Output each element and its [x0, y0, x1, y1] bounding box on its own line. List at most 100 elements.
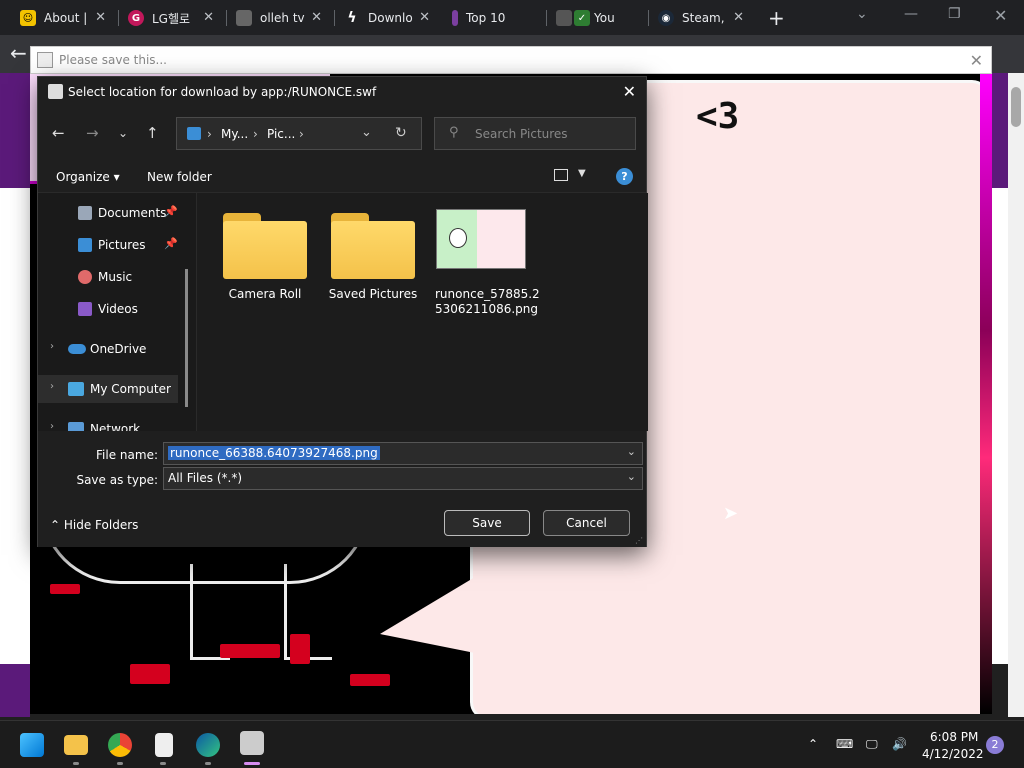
chevron-up-icon[interactable]: ⌃ [808, 737, 818, 751]
nav-item-my-computer[interactable]: › My Computer [38, 375, 178, 403]
running-indicator [160, 762, 166, 765]
up-arrow-icon[interactable]: ↑ [146, 124, 159, 142]
refresh-icon[interactable]: ↻ [395, 125, 407, 141]
chrome-icon[interactable] [108, 733, 132, 757]
back-arrow-icon[interactable]: ← [52, 124, 65, 142]
dialog-command-bar: Organize ▾ New folder ▼ ? [38, 161, 646, 193]
file-list: Camera Roll Saved Pictures runonce_57885… [197, 193, 738, 524]
forward-arrow-icon[interactable]: → [86, 124, 99, 142]
file-name-input[interactable]: runonce_66388.64073927468.png ⌄ [163, 442, 643, 465]
close-icon[interactable]: ✕ [419, 10, 430, 25]
close-icon[interactable]: ✕ [970, 51, 983, 70]
file-item-saved-pictures[interactable]: Saved Pictures [323, 213, 423, 333]
tab-you[interactable]: ✓ You [550, 4, 646, 32]
organize-button[interactable]: Organize ▾ [56, 170, 120, 184]
save-dialog: Select location for download by app:/RUN… [37, 76, 738, 547]
tab-download[interactable]: ϟ Downlo ✕ [338, 4, 438, 32]
tab-label: Top 10 [466, 11, 506, 25]
mouse-cursor-icon: ➤ [723, 503, 739, 524]
chevron-down-icon[interactable]: ⌄ [361, 125, 372, 140]
save-button[interactable]: Save [444, 510, 530, 536]
notification-badge[interactable]: 2 [986, 736, 1004, 754]
nav-item-label: Documents [98, 206, 167, 220]
nav-item-pictures[interactable]: Pictures 📌 [38, 231, 196, 259]
clock-date[interactable]: 4/12/2022 [922, 747, 984, 761]
breadcrumb-separator-icon: › [299, 127, 304, 141]
file-item-camera-roll[interactable]: Camera Roll [215, 213, 315, 333]
file-item-runonce-png[interactable]: runonce_57885.2 5306211086.png [431, 209, 540, 333]
breadcrumb-item[interactable]: My... [221, 127, 248, 141]
red-splatter [350, 674, 390, 686]
close-icon[interactable]: ✕ [623, 82, 636, 101]
minimize-icon[interactable]: — [904, 6, 918, 22]
flash-app-icon[interactable] [155, 733, 173, 757]
chevron-right-icon[interactable]: › [50, 341, 54, 352]
scrollbar-thumb[interactable] [1011, 87, 1021, 127]
running-indicator [73, 762, 79, 765]
network-tray-icon[interactable]: 🖵 [866, 737, 878, 752]
close-icon[interactable]: ✕ [203, 10, 214, 25]
start-icon[interactable] [20, 733, 44, 757]
file-explorer-icon[interactable] [64, 735, 88, 755]
chevron-down-icon[interactable]: ⌄ [627, 470, 636, 483]
speech-bubble-tail [380, 574, 480, 654]
pictures-icon [78, 238, 92, 252]
window-close-icon[interactable]: ✕ [994, 6, 1007, 25]
tab-top10[interactable]: Top 10 [446, 4, 546, 32]
new-tab-button[interactable]: + [768, 6, 785, 30]
nav-item-label: OneDrive [90, 342, 147, 356]
nav-item-label: Network [90, 422, 141, 431]
flash-magenta-edge [980, 74, 992, 714]
runonce-app-icon[interactable] [240, 731, 264, 755]
help-icon[interactable]: ? [616, 168, 633, 185]
tab-olleh[interactable]: olleh tv ✕ [230, 4, 330, 32]
nav-item-onedrive[interactable]: › OneDrive [38, 335, 196, 363]
breadcrumb-item[interactable]: Pic... [267, 127, 295, 141]
nav-item-videos[interactable]: Videos [38, 295, 196, 323]
chevron-right-icon[interactable]: › [50, 381, 54, 392]
heart-text: <3 [696, 96, 740, 137]
red-splatter [50, 584, 80, 594]
save-as-type-value: All Files (*.*) [168, 471, 243, 485]
close-icon[interactable]: ✕ [733, 10, 744, 25]
save-as-type-select[interactable]: All Files (*.*) ⌄ [163, 467, 643, 490]
keyboard-icon[interactable]: ⌨ [836, 737, 853, 751]
chevron-right-icon[interactable]: › [50, 421, 54, 431]
page-scrollbar[interactable] [1008, 73, 1024, 717]
tab-about[interactable]: ☺ About | ✕ [14, 4, 114, 32]
search-input[interactable]: ⚲ Search Pictures [434, 117, 636, 150]
nav-item-network[interactable]: › Network [38, 415, 196, 431]
view-icon[interactable] [554, 169, 568, 181]
file-name: runonce_57885.2 5306211086.png [435, 287, 540, 316]
hide-folders-button[interactable]: ⌃ Hide Folders [50, 518, 138, 532]
new-folder-button[interactable]: New folder [147, 170, 212, 184]
tab-steam[interactable]: ◉ Steam, ✕ [652, 4, 752, 32]
nav-item-music[interactable]: Music [38, 263, 196, 291]
recent-chevron-icon[interactable]: ⌄ [118, 126, 128, 140]
tab-label: Downlo [368, 11, 413, 25]
address-bar[interactable]: › My... › Pic... › ⌄ ↻ [176, 117, 422, 150]
notification-text: Please save this... [59, 53, 167, 67]
computer-icon [68, 382, 84, 396]
restore-icon[interactable]: ❐ [948, 6, 961, 22]
app-icon [48, 84, 63, 99]
nav-item-label: My Computer [90, 382, 171, 396]
volume-icon[interactable]: 🔊 [892, 737, 907, 751]
character-legs [180, 564, 380, 674]
close-icon[interactable]: ✕ [311, 10, 322, 25]
flash-icon [37, 52, 53, 68]
dialog-bottom-pane: File name: runonce_66388.64073927468.png… [38, 431, 646, 547]
resize-grip-icon[interactable]: ⋰ [635, 536, 643, 545]
clock-time[interactable]: 6:08 PM [930, 730, 978, 744]
nav-item-documents[interactable]: Documents 📌 [38, 199, 196, 227]
edge-icon[interactable] [196, 733, 220, 757]
chevron-down-icon[interactable]: ▼ [578, 168, 586, 179]
nav-pane-scrollbar[interactable] [185, 269, 188, 407]
breadcrumb-separator-icon: › [253, 127, 258, 141]
back-arrow-icon[interactable]: ← [10, 41, 27, 65]
tab-lg[interactable]: G LG헬로 ✕ [122, 4, 222, 32]
chevron-down-icon[interactable]: ⌄ [627, 445, 636, 458]
close-icon[interactable]: ✕ [95, 10, 106, 25]
chevron-down-icon[interactable]: ⌄ [856, 6, 868, 22]
cancel-button[interactable]: Cancel [543, 510, 630, 536]
